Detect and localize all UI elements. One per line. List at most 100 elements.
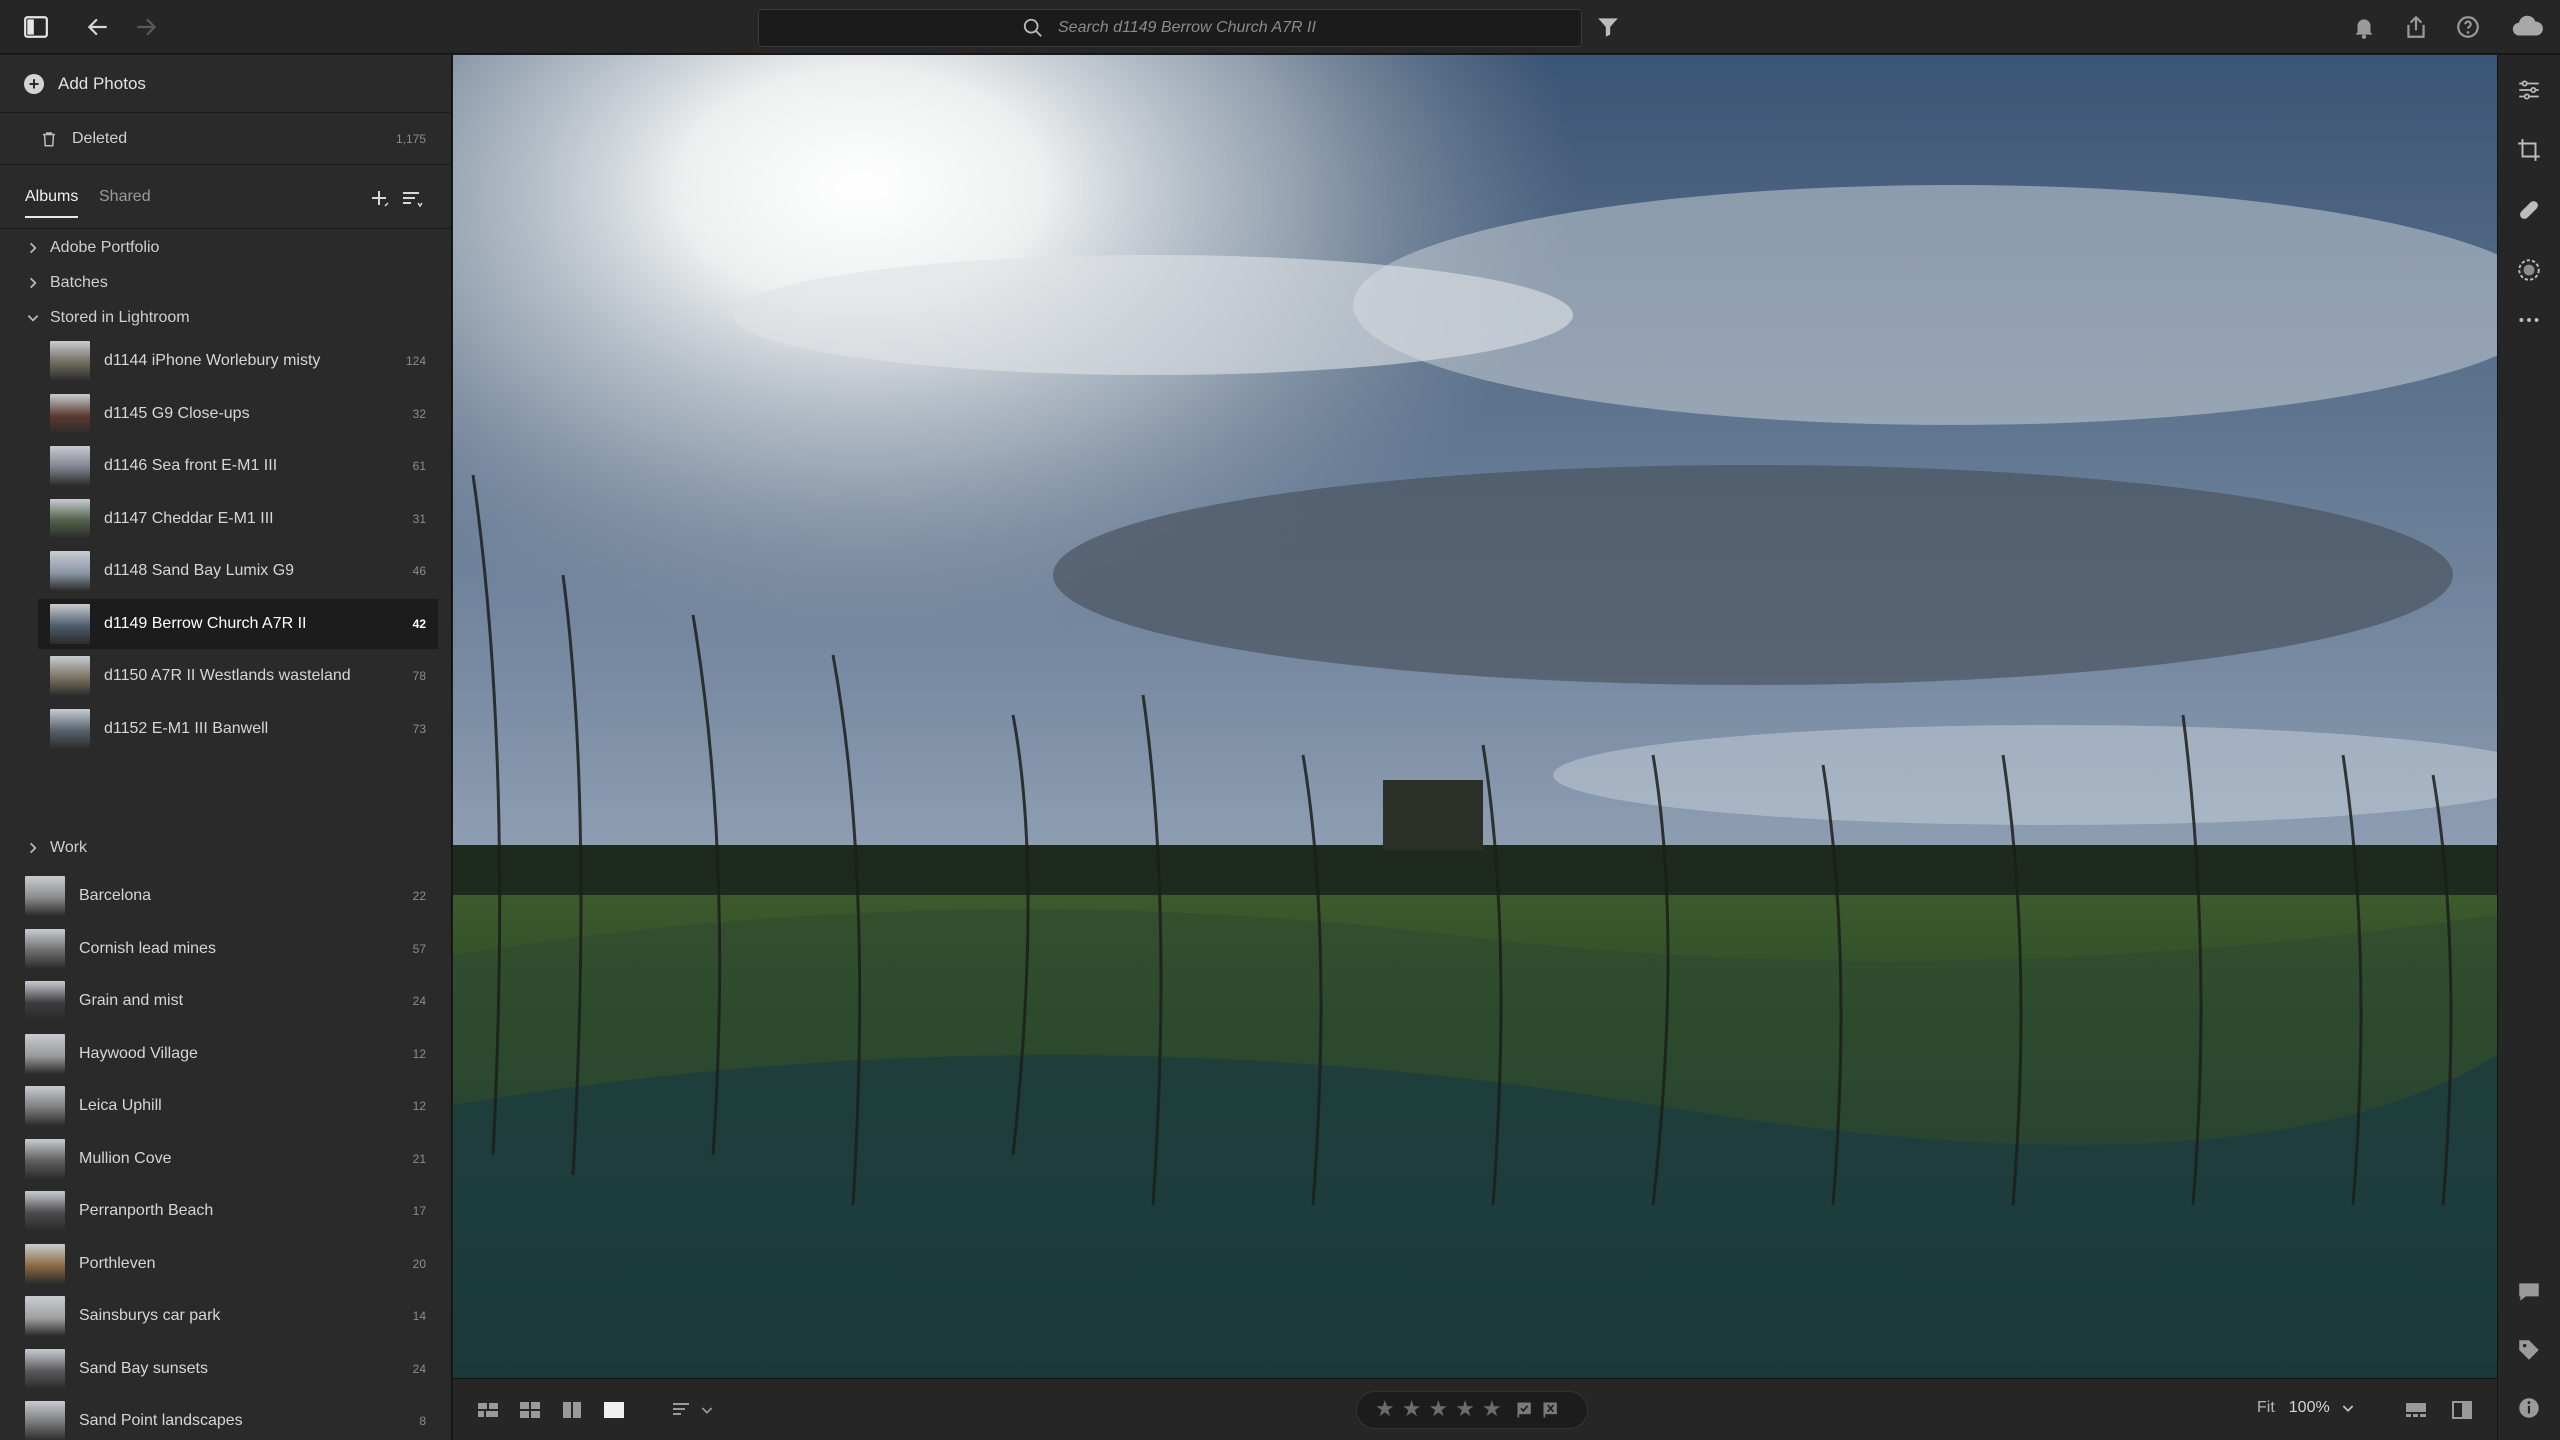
search-bar[interactable] [758,9,1582,47]
star-icon[interactable]: ★ [1455,1399,1475,1421]
chevron-down-icon [701,1407,713,1414]
album-item[interactable]: Barcelona 22 [13,871,438,921]
album-item[interactable]: Leica Uphill 12 [13,1081,438,1131]
album-label: Barcelona [79,887,152,904]
add-photos-label: Add Photos [58,73,146,93]
sort-dropdown[interactable] [697,1395,717,1425]
album-label: d1152 E-M1 III Banwell [104,719,269,737]
album-item[interactable]: Mullion Cove 21 [13,1134,438,1184]
album-thumbnail [50,603,90,644]
search-icon [1023,18,1042,37]
edit-button[interactable] [2512,73,2546,107]
album-label: d1148 Sand Bay Lumix G9 [104,562,295,579]
album-item[interactable]: Porthleven 20 [13,1239,438,1289]
detail-view-button[interactable] [599,1395,629,1425]
square-grid-view-button[interactable] [515,1395,545,1425]
info-button[interactable] [2512,1391,2546,1425]
album-count: 124 [405,354,426,368]
deleted-item[interactable]: Deleted 1,175 [0,113,451,165]
sort-options-button[interactable] [667,1395,697,1425]
pick-flag-icon[interactable] [1515,1400,1535,1420]
back-button[interactable] [80,10,116,44]
folder-adobe-portfolio[interactable]: Adobe Portfolio [0,231,451,265]
album-item[interactable]: Perranporth Beach 17 [13,1186,438,1236]
folder-stored-in-lightroom[interactable]: Stored in Lightroom [0,301,451,335]
chevron-right-icon [30,242,37,254]
bandage-icon [2520,201,2538,219]
bottom-bar: ★ ★ ★ ★ ★ Fit 100% [453,1378,2497,1440]
album-item[interactable]: d1150 A7R II Westlands wasteland 78 [38,651,438,701]
toggle-sidebar-button[interactable] [18,10,54,44]
album-count: 42 [412,616,426,631]
tab-albums[interactable]: Albums [25,188,79,218]
trash-icon [43,131,55,146]
chevron-right-icon [30,277,37,289]
tab-shared[interactable]: Shared [99,188,151,216]
cloud-icon [2512,15,2543,36]
more-icon [2519,318,2539,322]
album-item[interactable]: d1147 Cheddar E-M1 III 31 [38,494,438,544]
sort-icon[interactable] [400,187,424,211]
comments-button[interactable] [2512,1275,2546,1309]
album-thumbnail [25,928,65,969]
albums-panel: + Add Photos Deleted 1,175 Albums Shared… [0,55,452,1440]
single-view-icon [604,1402,624,1418]
star-icon[interactable]: ★ [1402,1399,1422,1421]
album-count: 20 [412,1256,426,1271]
main-photo[interactable] [453,55,2497,1378]
filter-icon [1598,18,1618,37]
cloud-sync-button[interactable] [2506,10,2550,44]
album-item[interactable]: Grain and mist 24 [13,976,438,1026]
photo-grid-view-button[interactable] [473,1395,503,1425]
reject-flag-icon[interactable] [1541,1400,1561,1420]
album-item[interactable]: d1144 iPhone Worlebury misty 124 [38,336,438,386]
album-label: d1150 A7R II Westlands wasteland [104,667,351,684]
filter-button[interactable] [1590,10,1626,44]
album-item[interactable]: d1152 E-M1 III Banwell 73 [38,704,438,754]
share-button[interactable] [2398,10,2434,44]
notifications-button[interactable] [2346,10,2382,44]
album-thumbnail [25,1191,65,1231]
folder-batches[interactable]: Batches [0,266,451,300]
album-item[interactable]: d1145 G9 Close-ups 32 [38,389,438,439]
help-button[interactable] [2450,10,2486,44]
keywords-button[interactable] [2512,1333,2546,1367]
album-item[interactable]: d1148 Sand Bay Lumix G9 46 [38,546,438,596]
share-icon [2407,15,2425,38]
album-item[interactable]: Sainsburys car park 14 [13,1291,438,1341]
album-thumbnail [25,1033,65,1074]
album-count: 24 [412,994,426,1008]
album-item[interactable]: d1146 Sea front E-M1 III 61 [38,441,438,491]
healing-button[interactable] [2512,193,2546,227]
zoom-level[interactable]: 100% [2289,1399,2330,1417]
folder-work[interactable]: Work [0,831,451,865]
masking-button[interactable] [2512,253,2546,287]
star-icon[interactable]: ★ [1375,1399,1395,1421]
album-item[interactable]: Haywood Village 12 [13,1029,438,1079]
plus-circle-icon: + [24,73,44,94]
star-icon[interactable]: ★ [1482,1399,1502,1421]
album-item[interactable]: Sand Point landscapes 8 [13,1396,438,1440]
album-thumbnail [50,656,90,696]
filmstrip-toggle-button[interactable] [2401,1395,2431,1425]
crop-button[interactable] [2512,133,2546,167]
search-input[interactable] [1058,19,1318,37]
masking-icon [2518,259,2540,281]
add-photos-button[interactable]: + Add Photos [0,55,451,113]
album-item[interactable]: d1149 Berrow Church A7R II 42 [38,598,438,649]
album-thumbnail [25,1138,65,1179]
album-thumbnail [25,1243,65,1284]
album-item[interactable]: Cornish lead mines 57 [13,924,438,974]
before-after-button[interactable] [2447,1395,2477,1425]
zoom-fit-label[interactable]: Fit [2257,1399,2275,1417]
album-tabs: Albums Shared [0,165,451,229]
zoom-control[interactable]: Fit 100% [2257,1399,2356,1417]
compare-view-button[interactable] [557,1395,587,1425]
more-button[interactable] [2512,303,2546,337]
landscape-image [453,55,2497,1378]
star-icon[interactable]: ★ [1428,1399,1448,1421]
album-thumbnail [50,708,90,749]
album-item[interactable]: Sand Bay sunsets 24 [13,1344,438,1394]
forward-button[interactable] [128,10,164,44]
add-album-icon[interactable] [368,187,392,211]
